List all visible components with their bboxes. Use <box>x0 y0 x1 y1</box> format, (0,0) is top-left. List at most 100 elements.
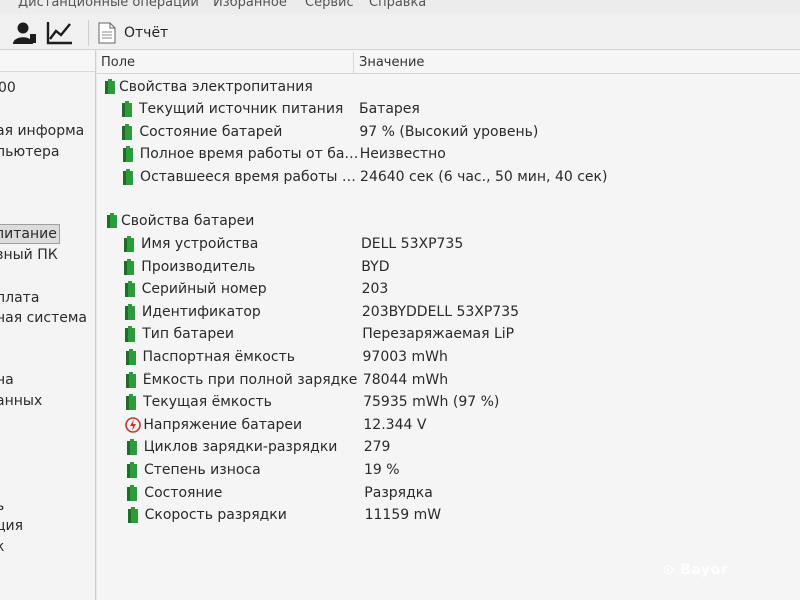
field-value: 11159 mW <box>364 507 442 524</box>
group-title: Свойства батареи <box>121 213 255 229</box>
field-value: 19 % <box>364 462 400 478</box>
tree-header <box>0 52 95 72</box>
toolbar-separator <box>88 20 89 46</box>
menu-bar: Дистанционные операции Избранное Сервис … <box>0 0 800 14</box>
battery-icon <box>123 258 135 279</box>
table-row[interactable]: Состояние батарей 97 % (Высокий уровень) <box>97 122 800 144</box>
battery-icon <box>124 326 136 346</box>
battery-icon <box>105 213 119 233</box>
tree-item[interactable]: ная система <box>0 308 89 328</box>
battery-icon <box>126 484 138 505</box>
field-name: Полное время работы от бата... <box>139 146 360 162</box>
table-row[interactable]: Имя устройства DELL 53XP735 <box>97 234 800 256</box>
battery-icon <box>124 281 136 301</box>
menu-item-remote-operations[interactable]: Дистанционные операции <box>18 0 199 10</box>
navigation-tree[interactable]: е 00 ая информа пьютера питание зный ПК … <box>0 50 96 600</box>
user-icon[interactable] <box>10 20 38 46</box>
column-header: Поле Значение <box>97 52 800 74</box>
tree-item[interactable]: ь <box>0 496 6 516</box>
field-name: Напряжение батареи <box>143 416 303 433</box>
battery-icon <box>126 462 138 482</box>
voltage-icon <box>125 416 142 437</box>
column-header-field[interactable]: Поле <box>101 55 135 70</box>
field-name: Серийный номер <box>141 281 267 298</box>
document-icon <box>98 22 116 44</box>
field-name: Имя устройства <box>141 236 259 252</box>
tree-item[interactable]: ая информа <box>0 121 86 141</box>
field-value: DELL 53XP735 <box>361 236 464 252</box>
tree-item[interactable]: зный ПК <box>0 245 60 265</box>
column-header-value[interactable]: Значение <box>359 55 424 70</box>
battery-icon <box>122 168 134 189</box>
report-button[interactable]: Отчёт <box>98 19 168 47</box>
tree-item[interactable]: ция <box>0 516 25 536</box>
battery-icon <box>125 371 137 392</box>
table-row[interactable]: Оставшееся время работы от ... 24640 сек … <box>97 167 800 189</box>
field-value: 12.344 V <box>363 416 427 433</box>
tree-item[interactable]: к <box>0 537 6 557</box>
battery-icon <box>123 236 135 256</box>
table-row[interactable]: Текущая ёмкость 75935 mWh (97 %) <box>97 392 800 414</box>
battery-icon <box>125 349 137 369</box>
table-row[interactable]: Состояние Разрядка <box>97 483 800 505</box>
table-row[interactable]: Тип батареи Перезаряжаемая LiP <box>97 324 800 346</box>
field-value: Разрядка <box>364 484 433 501</box>
group-title: Свойства электропитания <box>119 79 313 95</box>
menu-item-service[interactable]: Сервис <box>305 0 354 10</box>
field-value: 97 % (Высокий уровень) <box>359 123 539 140</box>
details-pane: Поле Значение Свойства электропитания Те… <box>97 50 800 600</box>
field-name: Тип батареи <box>142 326 234 343</box>
tree-item-menu[interactable]: е <box>0 52 3 72</box>
toolbar: Отчёт <box>0 14 800 50</box>
field-value: 203 <box>361 281 389 298</box>
tree-item[interactable]: 00 <box>0 78 18 98</box>
field-value: Перезаряжаемая LiP <box>362 326 515 343</box>
tree-item[interactable]: анных <box>0 391 44 411</box>
field-name: Состояние батарей <box>139 123 283 140</box>
table-row[interactable]: Ёмкость при полной зарядке 78044 mWh <box>97 370 800 392</box>
field-value: Батарея <box>359 101 420 117</box>
field-value: 78044 mWh <box>362 371 449 388</box>
field-value: 279 <box>363 439 391 456</box>
table-row[interactable]: Напряжение батареи 12.344 V <box>97 415 800 437</box>
table-row[interactable]: Текущий источник питания Батарея <box>97 99 800 121</box>
battery-icon <box>121 123 133 144</box>
battery-icon <box>121 101 133 121</box>
tree-item[interactable]: пьютера <box>0 142 61 162</box>
report-button-label: Отчёт <box>124 25 169 41</box>
field-value: Неизвестно <box>359 146 446 162</box>
field-name: Паспортная ёмкость <box>142 349 295 365</box>
field-value: 203BYDDELL 53XP735 <box>361 303 520 320</box>
tree-item-power-supply[interactable]: питание <box>0 224 60 244</box>
table-row[interactable]: Степень износа 19 % <box>97 460 800 482</box>
table-row[interactable]: Скорость разрядки 11159 mW <box>97 505 800 527</box>
tree-item[interactable]: на <box>0 370 16 390</box>
field-name: Скорость разрядки <box>144 507 287 524</box>
field-name: Текущая ёмкость <box>143 394 272 411</box>
watermark: ⊙ Bayor <box>662 562 728 578</box>
field-value: 97003 mWh <box>362 349 448 365</box>
battery-icon <box>126 439 138 459</box>
field-name: Степень износа <box>144 462 261 478</box>
menu-item-help[interactable]: Справка <box>369 0 426 10</box>
table-row[interactable]: Серийный номер 203 <box>97 279 800 301</box>
tree-item[interactable]: плата <box>0 288 41 308</box>
field-value: BYD <box>361 258 390 275</box>
field-name: Ёмкость при полной зарядке <box>142 371 358 388</box>
field-name: Состояние <box>144 484 223 501</box>
table-row[interactable]: Полное время работы от бата... Неизвестно <box>97 144 800 166</box>
menu-item-favorites[interactable]: Избранное <box>213 0 287 10</box>
field-name: Идентификатор <box>141 303 261 320</box>
battery-icon <box>127 507 139 527</box>
table-row[interactable]: Производитель BYD <box>97 257 800 279</box>
table-row[interactable]: Паспортная ёмкость 97003 mWh <box>97 347 800 369</box>
field-name: Циклов зарядки-разрядки <box>143 439 338 456</box>
field-value: 24640 сек (6 час., 50 мин, 40 сек) <box>360 168 608 185</box>
battery-icon <box>103 79 117 99</box>
table-row[interactable]: Идентификатор 203BYDDELL 53XP735 <box>97 302 800 324</box>
column-divider[interactable] <box>353 52 354 74</box>
chart-icon[interactable] <box>46 20 74 46</box>
battery-icon <box>125 394 137 414</box>
table-row[interactable]: Циклов зарядки-разрядки 279 <box>97 437 800 459</box>
field-value: 75935 mWh (97 %) <box>363 394 500 411</box>
